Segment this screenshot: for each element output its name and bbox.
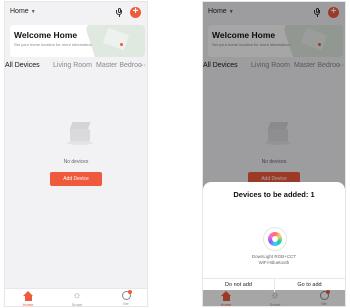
add-device-button[interactable]: Add Device <box>50 172 102 186</box>
tabbar-smart[interactable]: ☼ Smart <box>62 291 92 307</box>
tabbar-me-label: Me <box>123 301 129 306</box>
tabbar-me[interactable]: Me <box>111 290 141 306</box>
welcome-card[interactable]: Welcome Home Set your home location for … <box>10 25 145 57</box>
sheet-actions: Do not add Go to add <box>203 278 345 292</box>
tab-all-devices[interactable]: All Devices <box>5 62 40 69</box>
room-tabs: All Devices Living Room Master Bedroo ··… <box>5 62 147 72</box>
home-selector-label: Home <box>10 8 29 15</box>
empty-box-icon <box>65 119 95 145</box>
more-tabs-icon[interactable]: ··· <box>139 62 146 69</box>
profile-icon <box>121 290 132 300</box>
bottom-tab-bar: Home ☼ Smart Me <box>5 288 147 307</box>
sun-icon: ☼ <box>72 290 82 301</box>
tabbar-home[interactable]: Home <box>13 291 43 307</box>
location-pin-icon <box>120 43 123 46</box>
welcome-title: Welcome Home <box>14 30 78 40</box>
tab-master-bedroom[interactable]: Master Bedroo <box>96 62 142 69</box>
empty-message: No devices <box>63 159 89 165</box>
devices-to-add-sheet: Devices to be added: 1 DownLight RGB+CCT… <box>203 182 345 292</box>
tabbar-smart-label: Smart <box>71 302 83 307</box>
microphone-icon[interactable] <box>116 8 122 17</box>
tab-living-room[interactable]: Living Room <box>53 62 92 69</box>
chevron-down-icon: ▼ <box>30 9 36 15</box>
device-name-line2: WiFi+Bluetooth <box>258 259 290 265</box>
sheet-title: Devices to be added: 1 <box>233 190 315 199</box>
add-plus-button[interactable]: + <box>130 7 141 18</box>
home-selector[interactable]: Home ▼ <box>10 8 36 15</box>
home-icon <box>23 291 33 301</box>
top-bar: Home ▼ + <box>5 2 147 24</box>
rgb-light-icon[interactable] <box>263 227 287 251</box>
welcome-subtitle: Set your home location for more informat… <box>14 42 92 47</box>
phone-screen-home-popup: Home ▼ + Welcome Home Set your home locat… <box>202 1 346 307</box>
go-to-add-button[interactable]: Go to add <box>274 279 345 292</box>
tabbar-home-label: Home <box>22 302 34 307</box>
notification-dot <box>127 290 132 294</box>
do-not-add-button[interactable]: Do not add <box>203 279 274 292</box>
device-name: DownLight RGB+CCT WiFi+Bluetooth <box>203 254 345 265</box>
phone-screen-home: Home ▼ + Welcome Home Set your home locat… <box>4 1 148 307</box>
